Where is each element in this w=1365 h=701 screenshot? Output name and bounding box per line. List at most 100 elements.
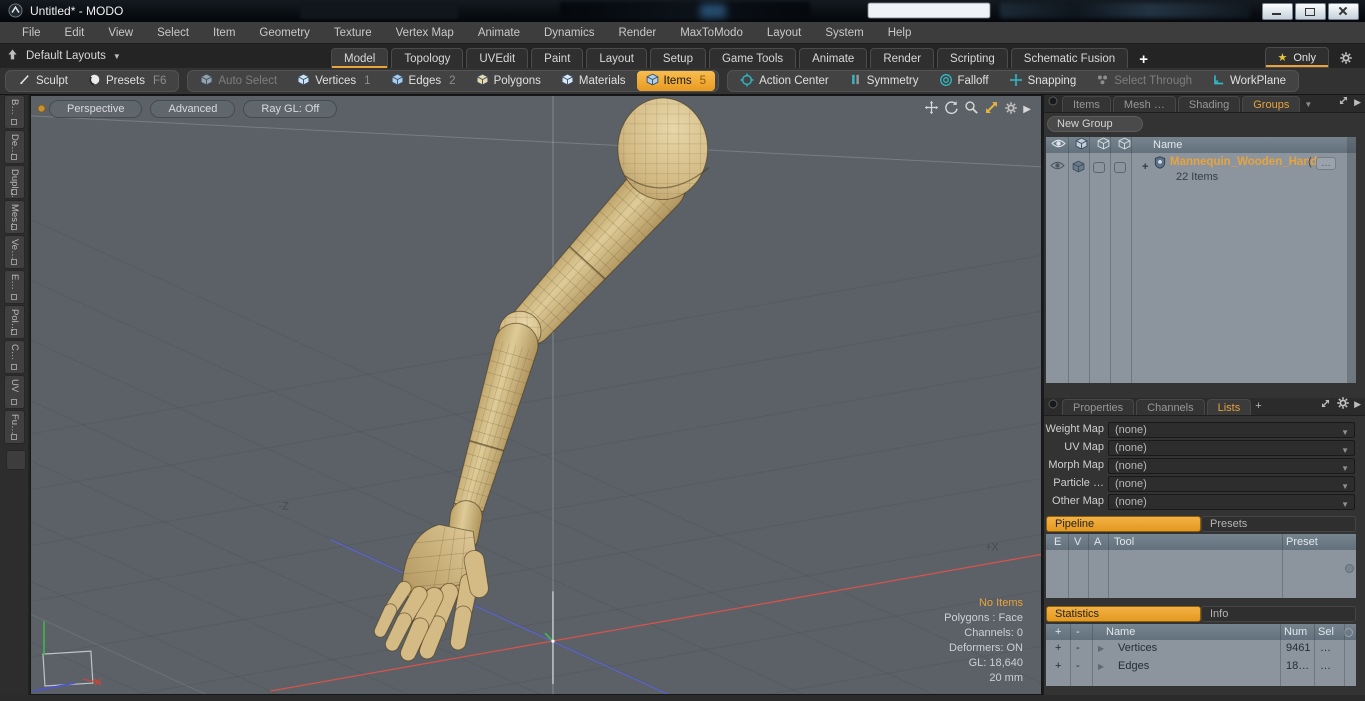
sculpt-button[interactable]: Sculpt xyxy=(9,71,77,91)
menu-item-maxtomodo[interactable]: MaxToModo xyxy=(668,22,755,44)
tab-channels[interactable]: Channels xyxy=(1136,399,1205,415)
left-tab-vertex[interactable]: Ve… xyxy=(4,235,25,269)
tab-shading[interactable]: Shading xyxy=(1177,96,1241,112)
viewport-mode-button[interactable]: Perspective xyxy=(49,100,143,118)
tab-setup[interactable]: Setup xyxy=(649,48,706,68)
expand-button[interactable]: + xyxy=(1055,660,1061,672)
tab-animate[interactable]: Animate xyxy=(799,48,868,68)
pipeline-table[interactable]: E V A Tool Preset xyxy=(1046,534,1356,598)
new-group-button[interactable]: New Group xyxy=(1047,116,1143,132)
tab-game-tools[interactable]: Game Tools xyxy=(708,48,797,68)
pin-layout-icon[interactable] xyxy=(6,48,19,64)
minimize-button[interactable] xyxy=(1262,3,1293,20)
left-tab-polygon[interactable]: Pol… xyxy=(4,305,25,339)
left-tab-edge[interactable]: E… xyxy=(4,270,25,304)
tab-statistics[interactable]: Statistics xyxy=(1046,606,1201,622)
viewport-3d[interactable]: -Z +X Perspective Advanced Ray GL: Off ▶… xyxy=(30,95,1042,695)
falloff-button[interactable]: Falloff xyxy=(930,71,998,91)
tab-model[interactable]: Model xyxy=(331,48,389,68)
group-row-mannequin[interactable]: + Mannequin_Wooden_Hand ( … 22 Items xyxy=(1046,153,1356,187)
tab-topology[interactable]: Topology xyxy=(391,48,464,68)
panel-knob-icon[interactable] xyxy=(1048,96,1058,109)
stat-row-vertices[interactable]: + - ▶ Vertices 9461 … xyxy=(1046,640,1356,658)
materials-mode-button[interactable]: Materials xyxy=(552,71,635,91)
menu-item-render[interactable]: Render xyxy=(606,22,668,44)
tab-render[interactable]: Render xyxy=(870,48,935,68)
select-through-button[interactable]: Select Through xyxy=(1087,71,1201,91)
expand-button[interactable]: + xyxy=(1055,642,1061,654)
scroll-notch[interactable] xyxy=(1345,564,1354,573)
viewport-state-dot-icon[interactable] xyxy=(37,104,46,116)
edges-mode-button[interactable]: Edges 2 xyxy=(382,71,465,91)
menu-item-edit[interactable]: Edit xyxy=(53,22,97,44)
polygons-mode-button[interactable]: Polygons xyxy=(467,71,550,91)
vertices-mode-button[interactable]: Vertices 1 xyxy=(288,71,379,91)
tab-groups[interactable]: Groups xyxy=(1242,96,1301,112)
filter-toggle-icon[interactable] xyxy=(1118,137,1131,153)
left-tab-fusion[interactable]: Fu… xyxy=(4,410,25,444)
tab-items[interactable]: Items xyxy=(1062,96,1111,112)
row-render-icon[interactable] xyxy=(1072,160,1085,176)
collapsed-palette-tab[interactable] xyxy=(6,450,26,470)
maximize-viewport-icon[interactable] xyxy=(984,100,999,118)
row-toggle-box[interactable] xyxy=(1093,162,1105,173)
render-toggle-icon[interactable] xyxy=(1075,137,1088,153)
zoom-magnifier-icon[interactable] xyxy=(964,100,979,118)
tab-mesh-ops[interactable]: Mesh … xyxy=(1112,96,1176,112)
tab-scripting[interactable]: Scripting xyxy=(937,48,1008,68)
tab-schematic-fusion[interactable]: Schematic Fusion xyxy=(1010,48,1129,68)
left-tab-deform[interactable]: De… xyxy=(4,130,25,164)
menu-item-geometry[interactable]: Geometry xyxy=(247,22,322,44)
expand-panel-icon[interactable] xyxy=(1319,397,1332,413)
groups-list[interactable]: Name + Mannequin_Wooden_Hand ( … 22 Item… xyxy=(1046,137,1356,383)
col-expand[interactable]: + xyxy=(1055,624,1061,640)
default-layouts-dropdown[interactable]: Default Layouts xyxy=(26,50,106,62)
weight-map-select[interactable]: (none) ▼ xyxy=(1108,422,1355,438)
viewport-options-gear-icon[interactable] xyxy=(1004,101,1018,118)
action-center-button[interactable]: Action Center xyxy=(731,71,838,91)
menu-item-item[interactable]: Item xyxy=(201,22,247,44)
morph-map-select[interactable]: (none) ▼ xyxy=(1108,458,1355,474)
left-tab-duplicate[interactable]: Dupl… xyxy=(4,165,25,199)
tab-uvedit[interactable]: UVEdit xyxy=(466,48,529,68)
mannequin-arm-model[interactable] xyxy=(373,97,710,662)
group-more-chip[interactable]: … xyxy=(1316,157,1336,170)
panel-flyout-arrow-icon[interactable]: ▶ xyxy=(1354,399,1361,410)
header-radio-icon[interactable] xyxy=(1344,628,1353,637)
row-arrow-icon[interactable]: ▶ xyxy=(1098,662,1104,671)
workplane-button[interactable]: WorkPlane xyxy=(1203,71,1295,91)
stat-row-edges[interactable]: + - ▶ Edges 18… … xyxy=(1046,658,1356,676)
col-collapse[interactable]: - xyxy=(1076,624,1080,640)
menu-item-texture[interactable]: Texture xyxy=(322,22,384,44)
menu-item-file[interactable]: File xyxy=(10,22,53,44)
only-button[interactable]: ★ Only xyxy=(1264,47,1329,68)
tab-lists[interactable]: Lists xyxy=(1206,399,1252,415)
collapse-button[interactable]: - xyxy=(1076,642,1080,654)
tab-properties[interactable]: Properties xyxy=(1062,399,1135,415)
viewport-shading-button[interactable]: Advanced xyxy=(150,100,236,118)
panel-knob-icon[interactable] xyxy=(1048,399,1058,412)
menu-item-dynamics[interactable]: Dynamics xyxy=(532,22,606,44)
snapping-button[interactable]: Snapping xyxy=(1000,71,1086,91)
expand-group-button[interactable]: + xyxy=(1142,161,1148,173)
other-map-select[interactable]: (none) ▼ xyxy=(1108,494,1355,510)
maximize-button[interactable] xyxy=(1295,3,1326,20)
add-layout-tab-button[interactable]: + xyxy=(1131,51,1156,68)
row-arrow-icon[interactable]: ▶ xyxy=(1098,644,1104,653)
tab-layout[interactable]: Layout xyxy=(586,48,647,68)
particle-select[interactable]: (none) ▼ xyxy=(1108,476,1355,492)
orbit-rotate-icon[interactable] xyxy=(944,100,959,118)
menu-item-select[interactable]: Select xyxy=(145,22,201,44)
row-eye-icon[interactable] xyxy=(1050,160,1065,174)
menu-item-view[interactable]: View xyxy=(96,22,145,44)
menu-item-layout[interactable]: Layout xyxy=(755,22,814,44)
tab-paint[interactable]: Paint xyxy=(531,48,584,68)
symmetry-button[interactable]: Symmetry xyxy=(840,71,928,91)
items-mode-button[interactable]: Items 5 xyxy=(636,71,716,91)
tab-presets[interactable]: Presets xyxy=(1201,516,1356,532)
panel-flyout-arrow-icon[interactable]: ▶ xyxy=(1354,97,1361,108)
viewport-3d-canvas[interactable]: -Z +X xyxy=(31,96,1041,694)
menu-item-help[interactable]: Help xyxy=(876,22,924,44)
viewport-raygl-button[interactable]: Ray GL: Off xyxy=(243,100,338,118)
tab-pipeline[interactable]: Pipeline xyxy=(1046,516,1201,532)
